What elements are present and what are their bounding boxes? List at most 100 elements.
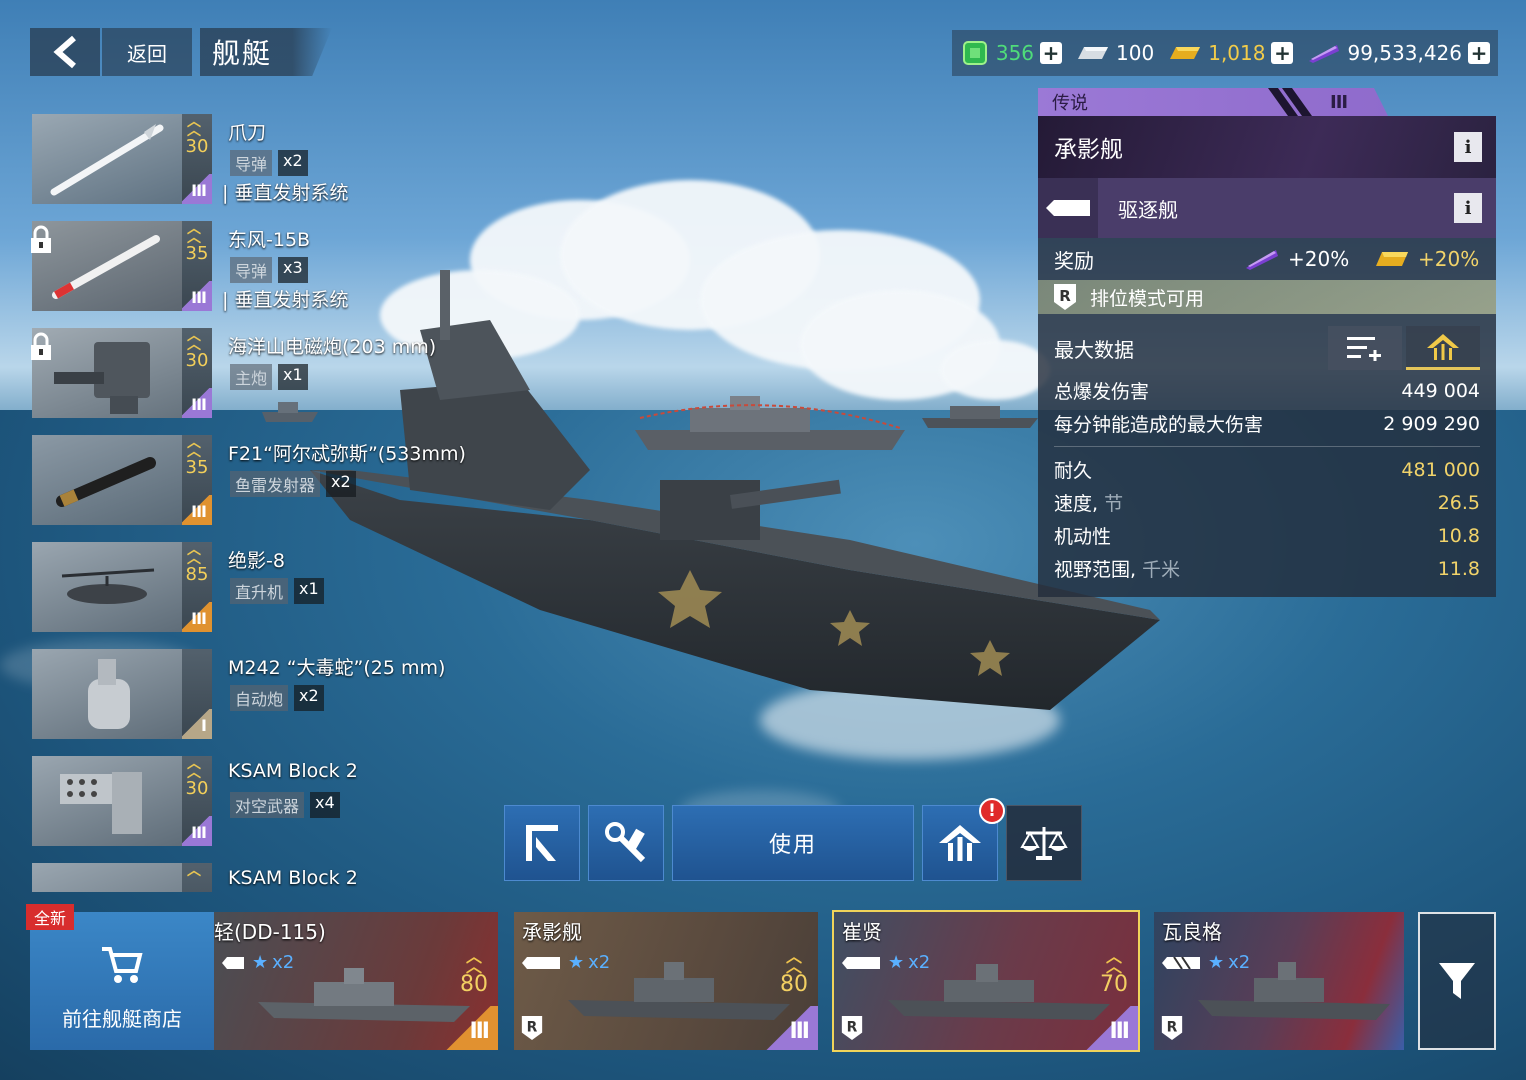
cart-icon (102, 946, 143, 983)
ship-card-tier: III (469, 1019, 490, 1044)
weapon-type: 直升机 (230, 578, 289, 604)
weapon-item[interactable]: ︿ ︿ 30 III 海洋山电磁炮(203 mm) 主炮 x1 (30, 326, 490, 433)
ship-card[interactable]: 瓦良格 ★ x2 R (1154, 912, 1404, 1050)
weapon-item[interactable]: I M242 “大毒蛇”(25 mm) 自动炮 x2 (30, 647, 490, 754)
stat-value: 10.8 (1437, 524, 1480, 547)
ship-card-level: 70 (1100, 972, 1128, 997)
silver-bar-icon (1078, 47, 1109, 59)
weapon-name: 绝影-8 (228, 550, 285, 572)
weapon-name: F21“阿尔忒弥斯”(533mm) (228, 443, 466, 465)
weapon-name: 东风-15B (228, 229, 311, 251)
weapon-item[interactable]: ︿ KSAM Block 2 (30, 861, 490, 892)
filter-button[interactable] (1418, 912, 1496, 1050)
upgrade-arrows-icon (939, 825, 981, 861)
destroyer-class-icon (1046, 200, 1090, 216)
ranked-r-icon: R (1054, 284, 1076, 310)
credits-value: 99,533,426 (1347, 41, 1462, 65)
weapon-system: | 垂直发射系统 (222, 182, 349, 204)
weapon-level: 85 (185, 564, 209, 585)
weapon-tier: III (191, 823, 207, 842)
lock-icon (31, 225, 51, 253)
new-tag: 全新 (26, 904, 75, 930)
svg-text:R: R (1059, 287, 1071, 305)
destroyer-class-icon (522, 956, 560, 969)
back-button[interactable] (30, 28, 100, 76)
camouflage-button[interactable] (504, 805, 580, 881)
ship-card-selected[interactable]: 崔贤 ★ x2 ︿ ︿ 70 R III (832, 910, 1140, 1052)
cruiser-class-icon (1162, 956, 1200, 969)
ship-card-name: 瓦良格 (1162, 920, 1222, 944)
reward-label: 奖励 (1054, 248, 1094, 273)
add-credits-button[interactable]: + (1468, 42, 1490, 64)
weapon-type: 导弹 (230, 257, 273, 283)
weapon-level: 30 (185, 136, 209, 157)
weapon-item[interactable]: ︿ ︿ 35 III F21“阿尔忒弥斯”(533mm) 鱼雷发射器 x2 (30, 433, 490, 540)
use-button[interactable]: 使用 (672, 805, 914, 881)
stat-row: 视野范围, 千米 11.8 (1054, 552, 1480, 585)
ship-name: 承影舰 (1054, 137, 1123, 163)
weapon-name: M242 “大毒蛇”(25 mm) (228, 657, 446, 679)
weapon-name: KSAM Block 2 (228, 867, 358, 889)
stat-unit: 千米 (1136, 559, 1181, 581)
weapon-count: x1 (294, 578, 324, 604)
weapon-tier: III (191, 395, 207, 414)
destroyer-class-icon (222, 956, 244, 969)
weapon-count: x3 (278, 257, 308, 283)
wrench-icon (605, 822, 646, 863)
weapon-item[interactable]: ︿ ︿ 30 III 爪刀 导弹 x2 | 垂直发射系统 (30, 112, 490, 219)
ship-card-stars: x2 (1228, 952, 1251, 973)
gold-bar-icon (1170, 47, 1201, 59)
level-chevron-icon: ︿ ︿ (187, 435, 201, 460)
top-nav: 返回 舰艇 (30, 28, 333, 78)
ship-card-tier: III (789, 1019, 810, 1044)
ship-card[interactable]: 承影舰 ★ x2 ︿ ︿ 80 R III (514, 912, 818, 1050)
ship-info-button[interactable]: i (1454, 132, 1482, 162)
gold-bar-icon (1376, 252, 1408, 266)
autocannon-thumbnail (32, 649, 182, 739)
add-gold-button[interactable]: + (1271, 42, 1294, 64)
stats-list-toggle[interactable] (1328, 326, 1402, 370)
weapon-count: x4 (310, 792, 340, 818)
level-chevron-icon: ︿ ︿ (465, 947, 482, 976)
level-chevron-icon: ︿ ︿ (187, 756, 201, 781)
stat-label: 视野范围, (1054, 559, 1137, 581)
add-gems-button[interactable]: + (1040, 42, 1063, 64)
ship-card-level: 80 (780, 972, 808, 997)
rarity-stripes (1268, 88, 1312, 116)
weapon-item[interactable]: ︿ ︿ 30 III KSAM Block 2 对空武器 x4 (30, 754, 490, 861)
launcher-thumbnail (32, 863, 182, 892)
divider (1054, 446, 1480, 447)
svg-text:R: R (847, 1020, 858, 1036)
back-label[interactable]: 返回 (102, 28, 192, 76)
torpedo-thumbnail (32, 435, 182, 525)
stat-row: 机动性 10.8 (1054, 519, 1480, 552)
ship-card-tier: III (1109, 1019, 1130, 1044)
purple-credit-icon (1246, 250, 1278, 270)
ship-card-name: 轻(DD-115) (214, 920, 326, 944)
weapon-level: 35 (185, 243, 209, 264)
stat-value: 26.5 (1437, 491, 1480, 514)
level-chevron-icon: ︿ (187, 863, 201, 879)
upgrade-button[interactable]: ! (922, 798, 1005, 881)
ship-shop-button[interactable]: 全新 前往舰艇商店 (26, 904, 214, 1050)
stats-title: 最大数据 (1054, 337, 1134, 362)
level-chevron-icon: ︿ ︿ (187, 221, 201, 246)
stat-value: 11.8 (1437, 557, 1480, 580)
ranked-r-icon: R (521, 1016, 543, 1040)
stats-max-toggle[interactable] (1406, 326, 1480, 370)
tuning-button[interactable] (588, 805, 664, 881)
destroyer-class-icon (842, 956, 880, 969)
class-info-button[interactable]: i (1454, 193, 1482, 223)
stat-label: 总爆发伤害 (1054, 381, 1150, 403)
ship-card[interactable]: 轻(DD-115) ★ x2 ︿ ︿ 80 III (214, 912, 498, 1050)
ship-card-stars: x2 (588, 952, 611, 973)
stat-unit: 节 (1098, 493, 1124, 515)
stat-value: 2 909 290 (1383, 412, 1480, 435)
weapon-item[interactable]: ︿ ︿ 85 III 绝影-8 直升机 x1 (30, 540, 490, 647)
currency-gold: 1,018 + (1168, 41, 1294, 65)
weapon-level: 30 (185, 350, 209, 371)
ship-card-stars: x2 (272, 952, 295, 973)
gems-value: 356 (995, 41, 1035, 65)
weapon-item[interactable]: ︿ ︿ 35 III 东风-15B 导弹 x3 | 垂直发射系统 (30, 219, 490, 326)
compare-button[interactable] (1006, 805, 1082, 881)
